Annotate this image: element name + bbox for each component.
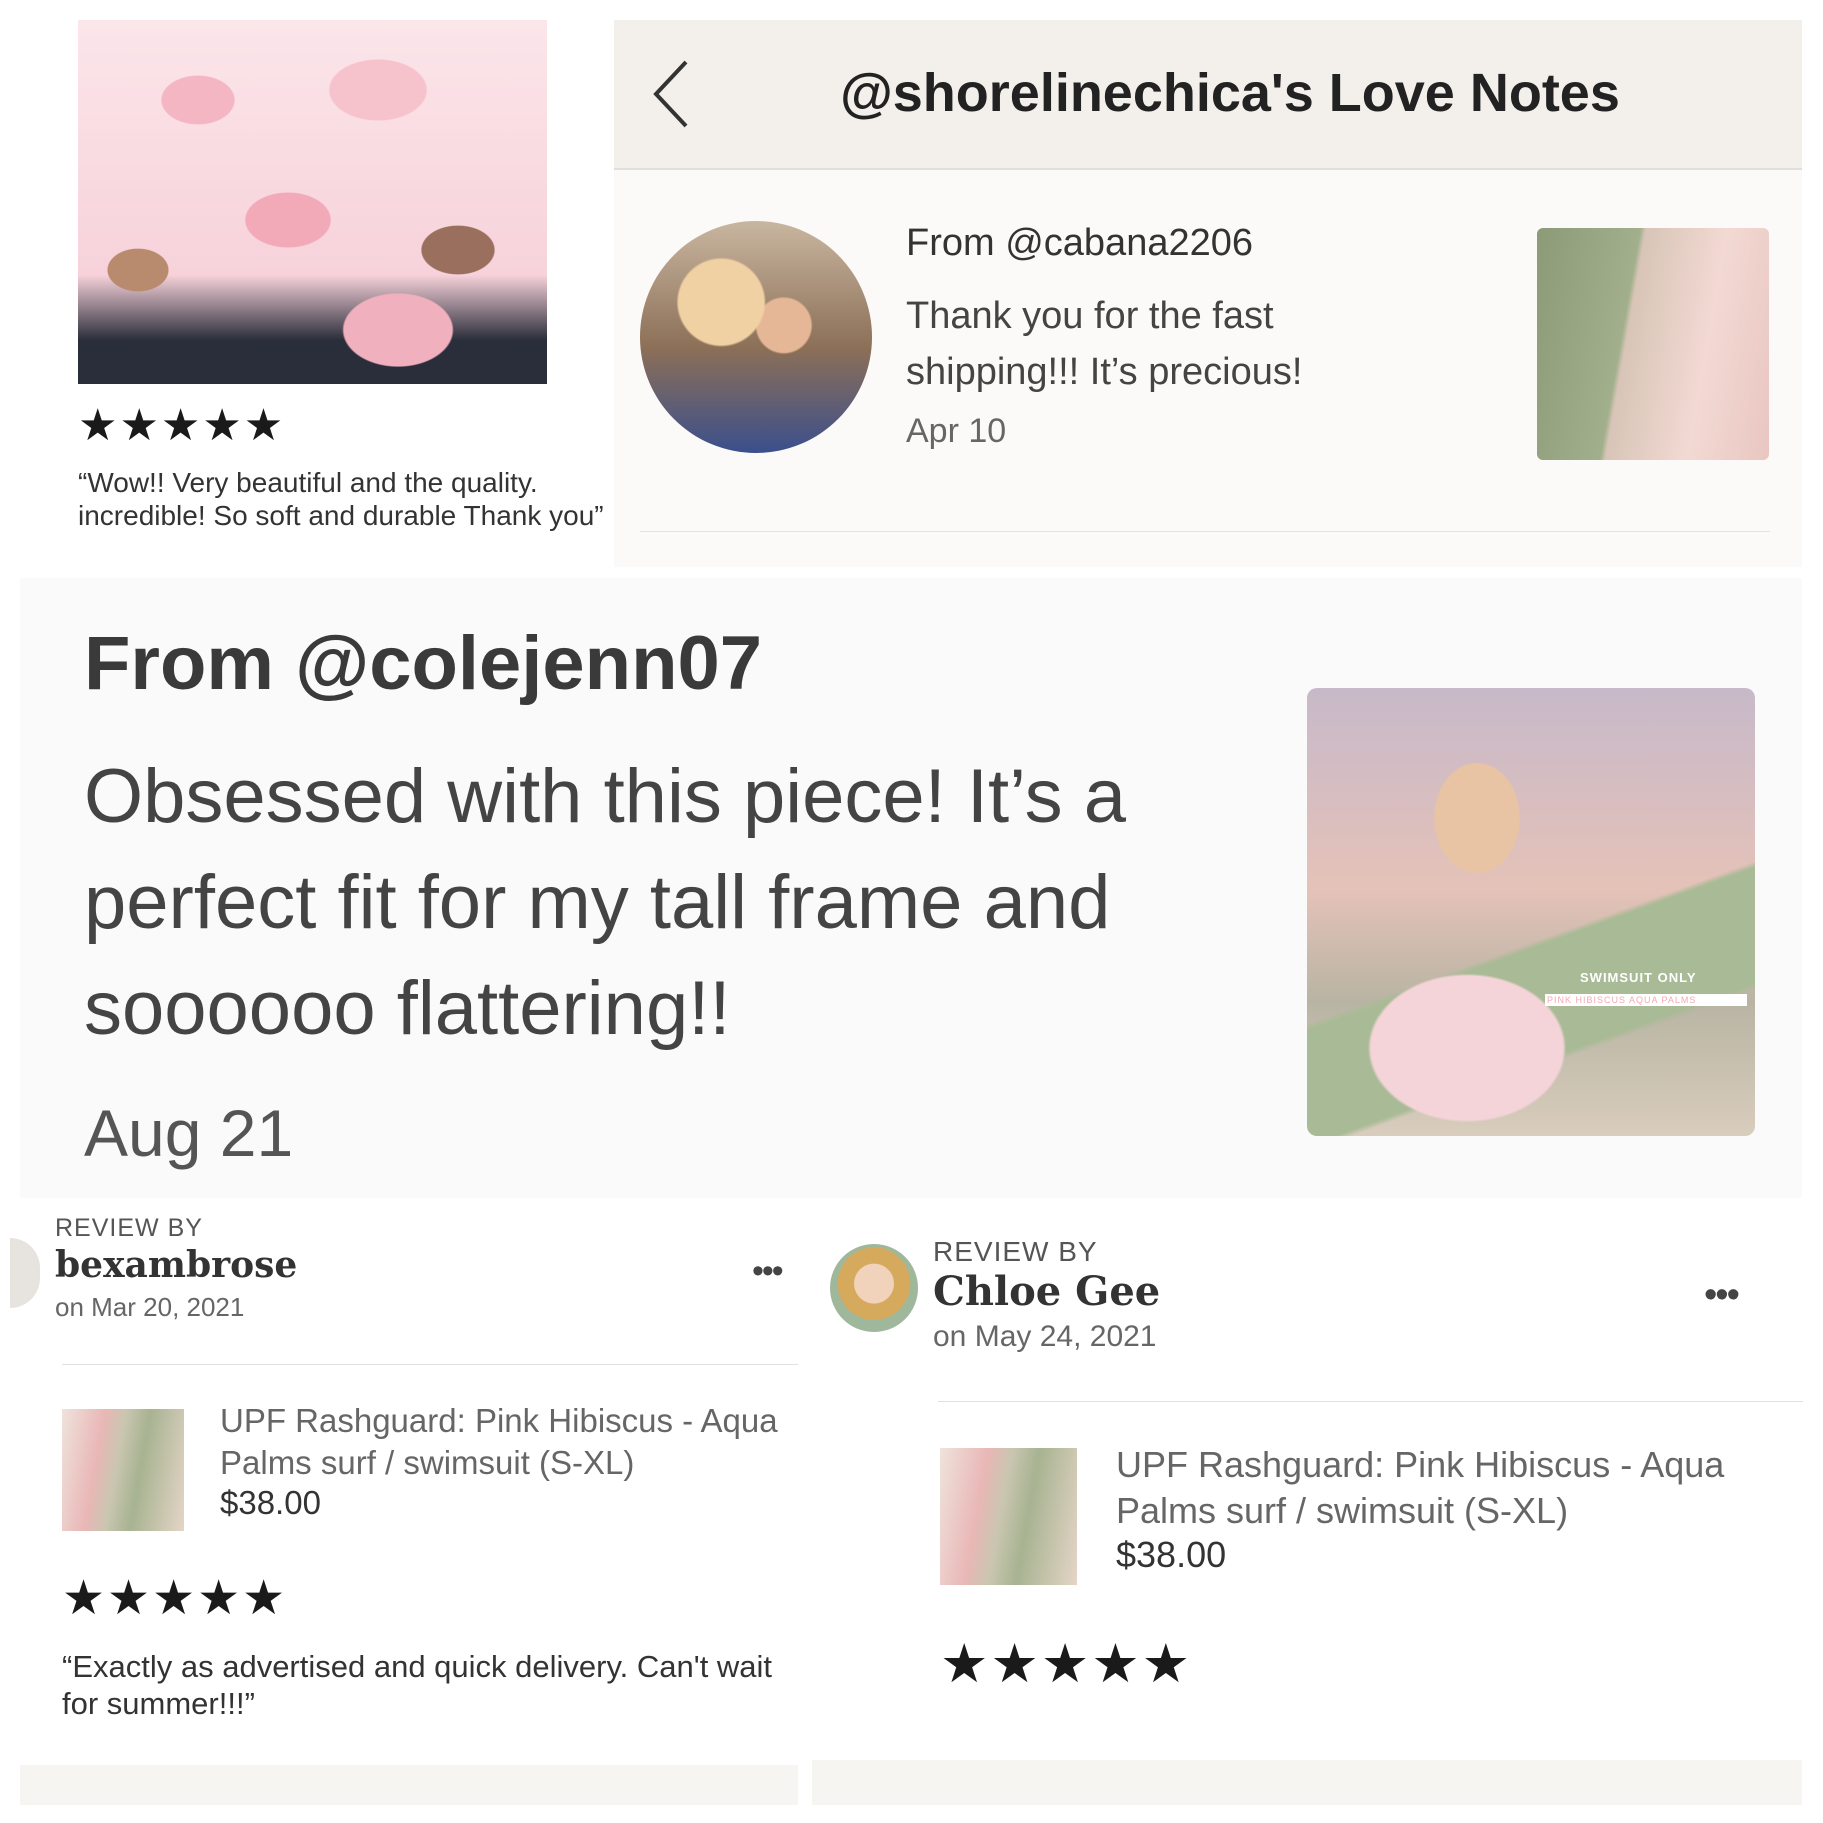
star-rating: ★★★★★ — [62, 1572, 288, 1625]
divider — [62, 1364, 798, 1365]
star-rating: ★★★★★ — [940, 1634, 1193, 1694]
review-date: on May 24, 2021 — [933, 1320, 1157, 1353]
more-options-icon[interactable]: ••• — [1704, 1274, 1740, 1317]
page-title: @shorelinechica's Love Notes — [840, 63, 1620, 123]
reviewer-name[interactable]: Chloe Gee — [933, 1268, 1160, 1315]
note-date: Apr 10 — [906, 412, 1007, 450]
photo-watermark: SWIMSUIT ONLY — [1580, 970, 1697, 985]
avatar[interactable] — [640, 221, 872, 453]
star-rating: ★★★★★ — [78, 401, 286, 450]
avatar[interactable] — [830, 1244, 918, 1332]
review-quote: “Exactly as advertised and quick deliver… — [62, 1649, 773, 1721]
review-quote: “Wow!! Very beautiful and the quality. i… — [78, 467, 604, 531]
product-thumbnail[interactable] — [940, 1448, 1077, 1585]
photo-watermark-subtitle: PINK HIBISCUS AQUA PALMS — [1545, 994, 1747, 1006]
note-message: Obsessed with this piece! It’s a perfect… — [84, 754, 1126, 1051]
note-message: Thank you for the fast shipping!!! It’s … — [906, 295, 1303, 393]
note-photo[interactable] — [1537, 228, 1769, 460]
note-photo[interactable] — [1307, 688, 1755, 1136]
reviewer-name[interactable]: bexambrose — [55, 1244, 297, 1286]
avatar[interactable] — [10, 1238, 40, 1308]
more-options-icon[interactable]: ••• — [752, 1252, 784, 1291]
note-sender: From @colejenn07 — [84, 621, 763, 706]
review-by-label: REVIEW BY — [933, 1236, 1098, 1267]
footer-bar — [812, 1760, 1802, 1805]
product-price: $38.00 — [1116, 1534, 1227, 1575]
product-title[interactable]: UPF Rashguard: Pink Hibiscus - Aqua Palm… — [220, 1400, 800, 1484]
review-by-label: REVIEW BY — [55, 1214, 203, 1242]
review-date: on Mar 20, 2021 — [55, 1292, 245, 1322]
review-photo-floral-top — [78, 20, 547, 384]
note-date: Aug 21 — [84, 1096, 294, 1170]
divider — [640, 531, 1770, 532]
divider — [938, 1401, 1803, 1402]
back-chevron-icon[interactable] — [650, 56, 694, 132]
note-sender: From @cabana2206 — [906, 222, 1253, 264]
product-title[interactable]: UPF Rashguard: Pink Hibiscus - Aqua Palm… — [1116, 1442, 1806, 1534]
footer-bar — [20, 1765, 798, 1805]
product-thumbnail[interactable] — [62, 1409, 184, 1531]
product-price: $38.00 — [220, 1484, 321, 1521]
